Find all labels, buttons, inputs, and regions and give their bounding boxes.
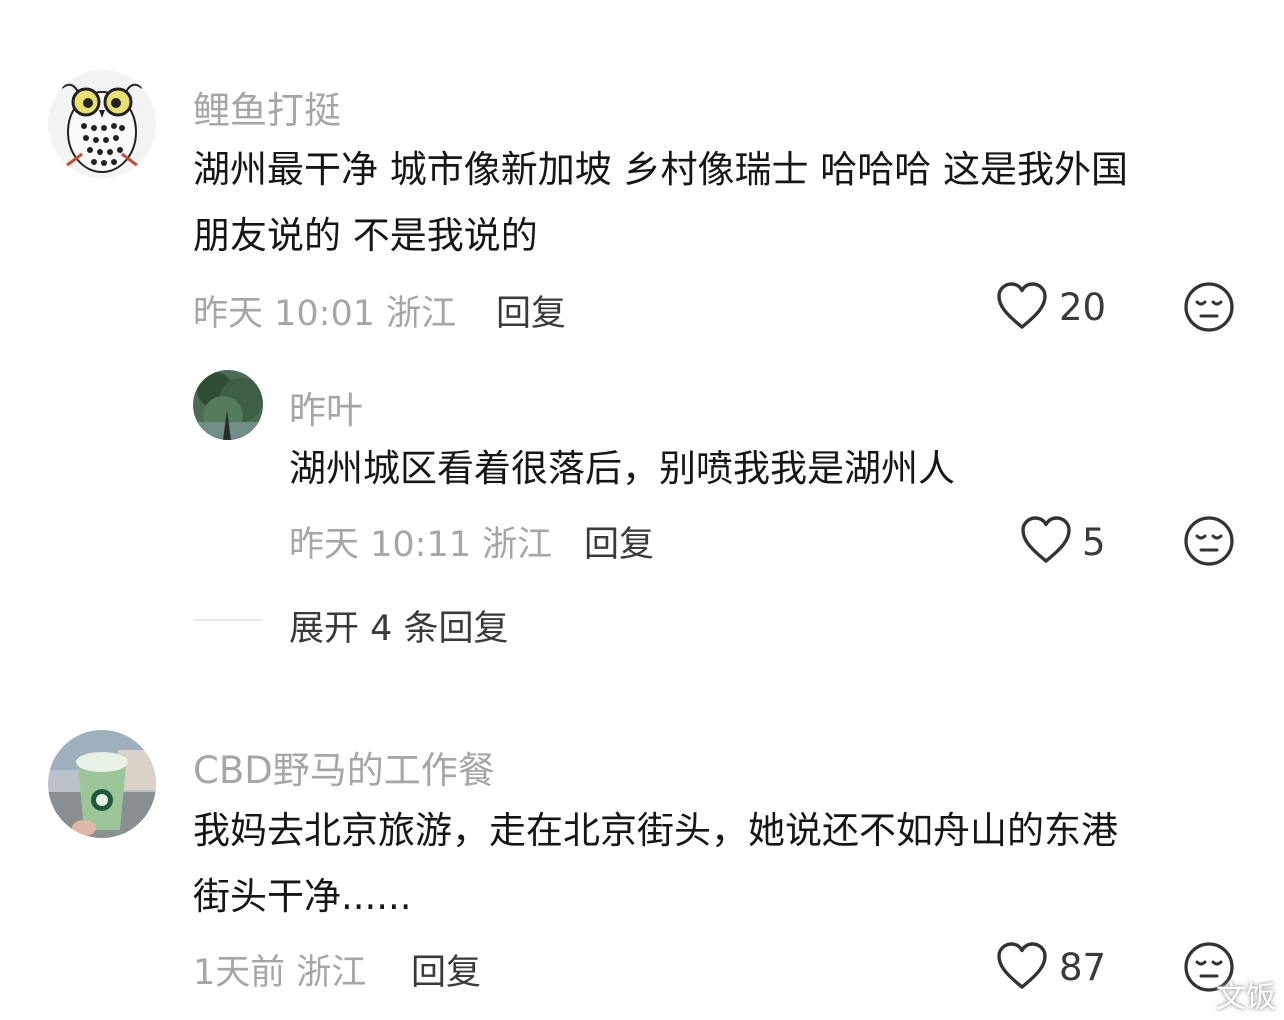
heart-icon[interactable] <box>996 282 1048 334</box>
comment-line: 我妈去北京旅游，走在北京街头，她说还不如舟山的东港 <box>193 809 1118 852</box>
comment-text: 我妈去北京旅游，走在北京街头，她说还不如舟山的东港 街头干净...... <box>193 798 1118 930</box>
comment-line: 街头干净...... <box>193 875 412 918</box>
tree-photo-icon <box>193 370 263 440</box>
like-count: 5 <box>1082 521 1106 564</box>
heart-icon[interactable] <box>1020 516 1072 568</box>
comment-text: 湖州最干净 城市像新加坡 乡村像瑞士 哈哈哈 这是我外国 朋友说的 不是我说的 <box>193 137 1128 269</box>
like-count: 87 <box>1059 946 1107 989</box>
like-count: 20 <box>1059 286 1107 329</box>
comment-line: 湖州城区看着很落后，别喷我我是湖州人 <box>289 447 955 490</box>
comment-time-location: 昨天 10:11 浙江 <box>289 525 553 565</box>
username[interactable]: 鲤鱼打挺 <box>193 80 341 134</box>
user-avatar[interactable] <box>48 730 156 838</box>
watermark: 文饭 <box>1216 980 1276 1015</box>
comment-line: 朋友说的 不是我说的 <box>193 214 538 257</box>
reply-button[interactable]: 回复 <box>411 944 481 995</box>
reply-button[interactable]: 回复 <box>496 285 566 336</box>
user-avatar[interactable] <box>193 370 263 440</box>
comment-line: 湖州最干净 城市像新加坡 乡村像瑞士 哈哈哈 这是我外国 <box>193 148 1129 191</box>
user-avatar[interactable] <box>48 70 156 178</box>
comment-time-location: 昨天 10:01 浙江 <box>193 294 457 334</box>
dislike-face-icon[interactable] <box>1183 281 1235 337</box>
dislike-face-icon[interactable] <box>1183 515 1235 571</box>
username[interactable]: CBD野马的工作餐 <box>193 740 495 794</box>
comment-text: 湖州城区看着很落后，别喷我我是湖州人 <box>289 436 955 502</box>
reply-button[interactable]: 回复 <box>584 516 654 567</box>
comment-time-location: 1天前 浙江 <box>193 953 367 993</box>
owl-drawing-icon <box>48 70 156 178</box>
username[interactable]: 昨叶 <box>289 380 363 434</box>
starbucks-drink-icon <box>48 730 156 838</box>
heart-icon[interactable] <box>996 942 1048 994</box>
expand-divider <box>193 619 263 621</box>
expand-replies-button[interactable]: 展开 4 条回复 <box>289 600 509 651</box>
